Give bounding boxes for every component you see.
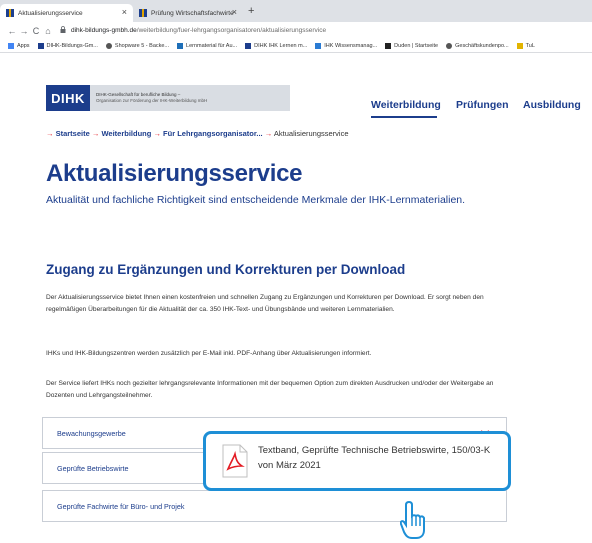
tab-close-icon[interactable]: × <box>122 7 127 17</box>
dihk-favicon-icon <box>6 9 14 17</box>
browser-toolbar: ← → C ⌂ dihk-bildungs-gmbh.de/weiterbild… <box>0 22 592 39</box>
breadcrumb-weiterbildung[interactable]: Weiterbildung <box>101 129 151 138</box>
nav-pruefungen[interactable]: Prüfungen <box>456 99 509 111</box>
tab-close-icon[interactable]: × <box>232 7 237 17</box>
accordion-gepruefte-fachwirte[interactable]: Geprüfte Fachwirte für Büro- und Projek <box>42 490 507 522</box>
bookmark-favicon-icon <box>177 42 184 49</box>
globe-icon <box>446 42 453 49</box>
dihk-favicon-icon <box>139 9 147 17</box>
bookmark-item[interactable]: Duden | Startseite <box>385 42 438 49</box>
bookmark-item[interactable]: Geschäftskundenpo... <box>446 42 509 49</box>
page-title: Aktualisierungsservice <box>46 160 303 187</box>
breadcrumb-arrow-icon: → <box>46 129 54 138</box>
accordion-label: Bewachungsgewerbe <box>57 428 126 438</box>
bookmark-apps[interactable]: Apps <box>8 42 30 49</box>
back-button[interactable]: ← <box>6 26 18 36</box>
bookmarks-bar: Apps DIHK-Bildungs-Gm... Shopware 5 - Ba… <box>0 39 592 53</box>
logo-text: DIHK-Gesellschaft für berufliche Bildung… <box>96 92 208 103</box>
duden-icon <box>385 42 392 49</box>
breadcrumb-arrow-icon: → <box>264 129 273 138</box>
breadcrumb-arrow-icon: → <box>153 129 161 138</box>
intro-paragraph: Der Aktualisierungsservice bietet Ihnen … <box>46 294 484 313</box>
breadcrumb-startseite[interactable]: Startseite <box>56 129 90 138</box>
nav-ausbildung[interactable]: Ausbildung <box>523 99 581 111</box>
tab-pruefung[interactable]: Prüfung Wirtschaftsfachwirte × <box>133 4 243 22</box>
reload-button[interactable]: C <box>30 26 42 36</box>
lock-icon[interactable] <box>60 26 66 35</box>
address-bar[interactable]: dihk-bildungs-gmbh.de/weiterbildung/fuer… <box>71 27 326 34</box>
bookmark-item[interactable]: DIHK IHK Lernen m... <box>245 42 307 49</box>
nav-active-indicator <box>371 116 437 118</box>
bookmark-item[interactable]: TuL <box>516 42 535 49</box>
accordion-label: Geprüfte Betriebswirte <box>57 463 129 473</box>
page-lead: Aktualität und fachliche Richtigkeit sin… <box>46 194 466 206</box>
breadcrumb-arrow-icon: → <box>91 129 100 138</box>
globe-icon <box>105 42 112 49</box>
breadcrumb-current: Aktualisierungsservice <box>273 129 349 138</box>
download-link-text[interactable]: Textband, Geprüfte Technische Betriebswi… <box>258 443 498 473</box>
home-button[interactable]: ⌂ <box>42 26 54 36</box>
breadcrumb-lehrgangsorganisator[interactable]: Für Lehrgangsorganisator... <box>163 129 263 138</box>
email-info-paragraph: IHKs und IHK-Bildungszentren werden zusä… <box>46 350 372 357</box>
tab-label: Prüfung Wirtschaftsfachwirte <box>151 9 234 17</box>
url-path: /weiterbildung/fuer-lehrgangsorganisator… <box>136 27 327 34</box>
nav-weiterbildung[interactable]: Weiterbildung <box>371 99 441 111</box>
pdf-file-icon[interactable] <box>222 444 248 478</box>
tab-label: Aktualisierungsservice <box>18 9 83 17</box>
bookmark-item[interactable]: DIHK-Bildungs-Gm... <box>37 42 98 49</box>
section-title: Zugang zu Ergänzungen und Korrekturen pe… <box>46 262 406 277</box>
bookmark-favicon-icon <box>245 42 252 49</box>
bookmark-item[interactable]: Lernmaterial für Au... <box>177 42 237 49</box>
bookmark-favicon-icon <box>315 42 322 49</box>
url-host: dihk-bildungs-gmbh.de <box>71 27 137 34</box>
dihk-logo[interactable]: DIHK DIHK-Gesellschaft für berufliche Bi… <box>46 85 290 111</box>
download-tooltip[interactable]: Textband, Geprüfte Technische Betriebswi… <box>203 431 511 491</box>
breadcrumb: → Startseite → Weiterbildung → Für Lehrg… <box>46 129 349 138</box>
bookmark-favicon-icon <box>37 42 44 49</box>
service-paragraph: Der Service liefert IHKs noch gezielter … <box>46 380 494 399</box>
forward-button[interactable]: → <box>18 26 30 36</box>
bookmark-item[interactable]: Shopware 5 - Backe... <box>105 42 169 49</box>
folder-icon <box>516 42 523 49</box>
tab-aktualisierungsservice[interactable]: Aktualisierungsservice × <box>0 4 133 22</box>
apps-grid-icon <box>8 42 14 49</box>
hand-pointer-cursor-icon <box>400 500 425 539</box>
accordion-label: Geprüfte Fachwirte für Büro- und Projek <box>57 501 185 511</box>
bookmark-item[interactable]: IHK Wissensmanag... <box>315 42 377 49</box>
logo-mark: DIHK <box>46 85 90 111</box>
new-tab-button[interactable]: + <box>248 5 254 17</box>
browser-tab-bar: Aktualisierungsservice × Prüfung Wirtsch… <box>0 0 592 22</box>
